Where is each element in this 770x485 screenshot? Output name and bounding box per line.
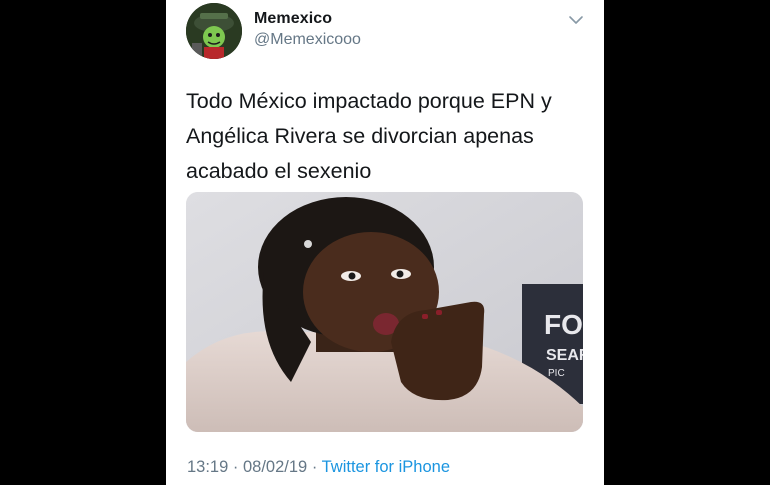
- backdrop-text: SEAR: [546, 347, 583, 364]
- avatar[interactable]: [186, 3, 242, 59]
- user-handle[interactable]: @Memexicooo: [254, 31, 361, 49]
- tweet-text: Todo México impactado porque EPN y Angél…: [186, 84, 591, 189]
- tweet-date[interactable]: 08/02/19: [243, 458, 307, 476]
- display-name[interactable]: Memexico: [254, 10, 332, 28]
- tweet-source-link[interactable]: Twitter for iPhone: [322, 458, 450, 476]
- tweet-time: 13:19: [187, 458, 229, 476]
- chevron-down-icon[interactable]: [567, 13, 585, 27]
- tweet-text-line: Todo México impactado porque EPN y: [186, 89, 552, 113]
- screenshot-stage: Memexico @Memexicooo Todo México impacta…: [0, 0, 770, 485]
- tweet-photo[interactable]: FO SEAR PIC: [186, 192, 583, 432]
- meta-separator: ·: [311, 458, 318, 476]
- avatar-cartoon-icon: [186, 3, 242, 59]
- backdrop-text: PIC: [548, 368, 565, 379]
- tweet-meta: 13:19 · 08/02/19 · Twitter for iPhone: [187, 458, 450, 477]
- meta-separator: ·: [232, 458, 239, 476]
- photo-illustration: FO SEAR PIC: [186, 192, 583, 432]
- tweet-card: Memexico @Memexicooo Todo México impacta…: [166, 0, 604, 485]
- tweet-text-line: acabado el sexenio: [186, 159, 372, 183]
- backdrop-text: FO: [544, 309, 583, 340]
- tweet-text-line: Angélica Rivera se divorcian apenas: [186, 124, 534, 148]
